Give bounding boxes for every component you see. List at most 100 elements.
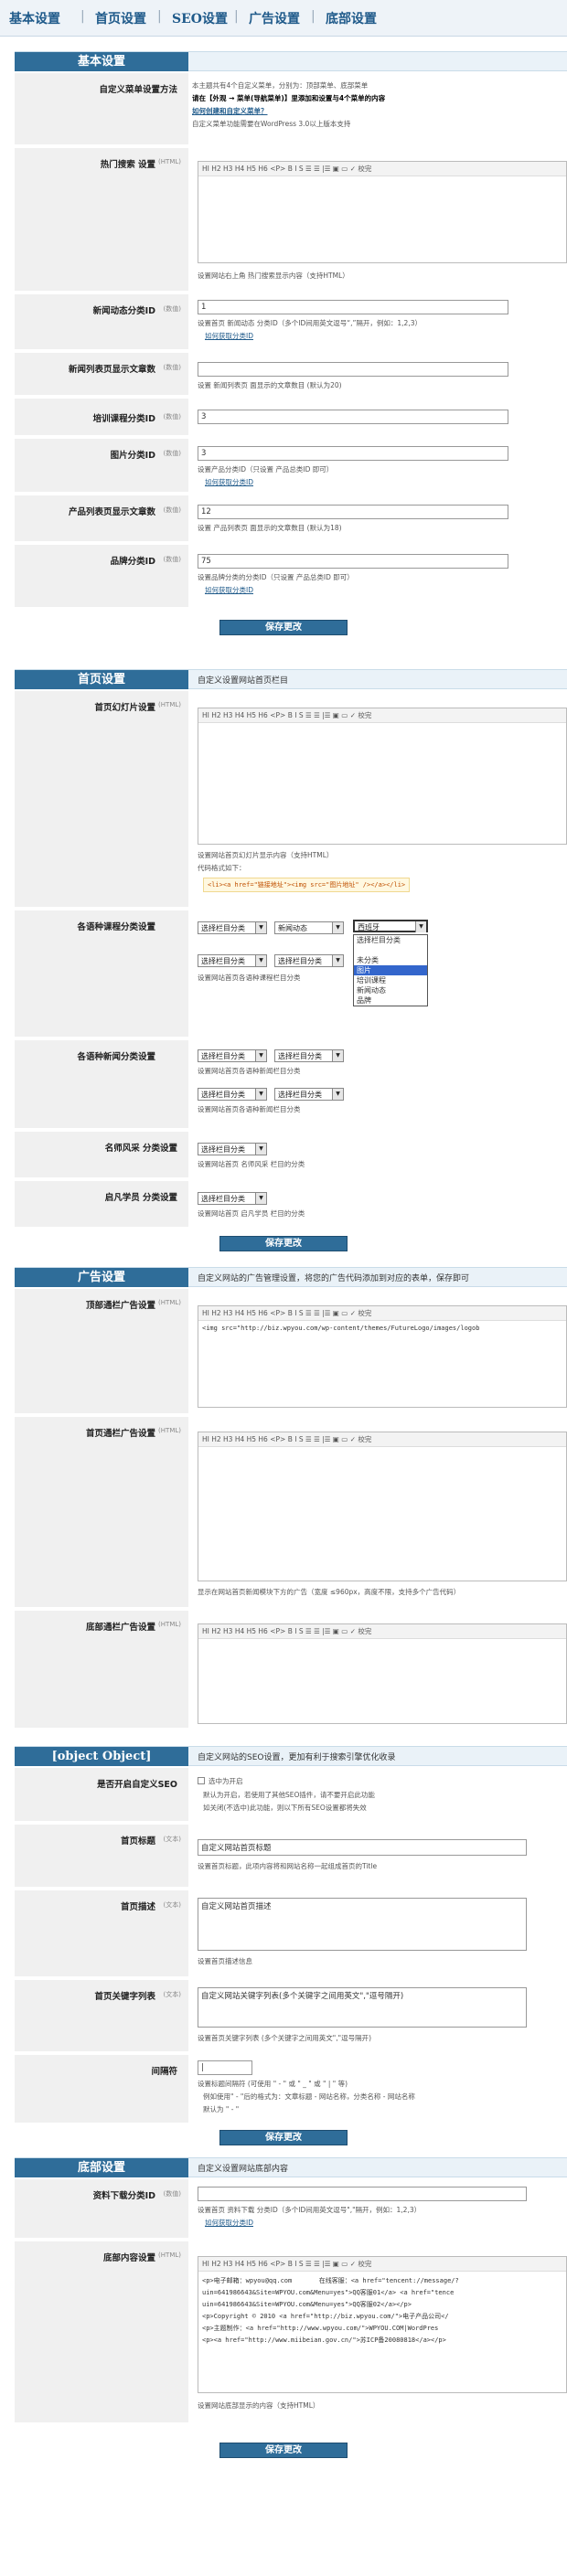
get-id-link[interactable]: 如何获取分类ID bbox=[205, 477, 253, 487]
category-select[interactable]: 选择栏目分类 ▼ bbox=[198, 921, 267, 934]
dropdown-option[interactable]: 培训课程 bbox=[354, 975, 427, 985]
nav-sep: | bbox=[80, 9, 85, 24]
help-text: 设置首页 新闻动态 分类ID（多个ID间用英文逗号“,”隔开，例如：1,2,3） bbox=[198, 319, 422, 327]
row-news-id: 新闻动态分类ID (数值) 1 设置首页 新闻动态 分类ID（多个ID间用英文逗号… bbox=[15, 294, 567, 351]
editor-toolbar[interactable]: HI H2 H3 H4 H5 H6 <P> B I S ☰ ☰ |☰ ▣ ▭ ✓… bbox=[198, 162, 566, 176]
row-ad-top: 顶部通栏广告设置 (HTML) HI H2 H3 H4 H5 H6 <P> B I… bbox=[15, 1289, 567, 1415]
field-label: 资料下载分类ID bbox=[92, 2191, 155, 2201]
footer-editor[interactable]: HI H2 H3 H4 H5 H6 <P> B I S ☰ ☰ |☰ ▣ ▭ ✓… bbox=[198, 2256, 567, 2393]
field-type: (HTML) bbox=[158, 701, 181, 708]
nav-basic[interactable]: 基本设置 bbox=[9, 9, 60, 27]
category-dropdown[interactable]: 选择栏目分类 未分类 图片 培训课程 新闻动态 品牌 bbox=[353, 934, 428, 1006]
field-label: 首页标题 bbox=[120, 1836, 155, 1847]
news-count-input[interactable] bbox=[198, 362, 508, 377]
slide-editor[interactable]: HI H2 H3 H4 H5 H6 <P> B I S ☰ ☰ |☰ ▣ ▭ ✓… bbox=[198, 708, 567, 845]
checkbox-label: 选中为开启 bbox=[209, 1777, 243, 1785]
menu-howto-link[interactable]: 如何创建和自定义菜单？ bbox=[192, 106, 268, 116]
footer-code[interactable]: <p>电子邮箱：wpyou@qq.com 在线客服：<a href="tence… bbox=[198, 2272, 566, 2350]
ad-top-code[interactable]: <img src="http://biz.wpyou.com/wp-conten… bbox=[198, 1321, 566, 1336]
row-download-id: 资料下载分类ID (数值) 设置首页 资料下载 分类ID（多个ID间用英文逗号",… bbox=[15, 2179, 567, 2240]
editor-toolbar[interactable]: HI H2 H3 H4 H5 H6 <P> B I S ☰ ☰ |☰ ▣ ▭ ✓… bbox=[198, 708, 566, 723]
field-type: (数值) bbox=[163, 556, 181, 563]
row-ad-bottom: 底部通栏广告设置 (HTML) HI H2 H3 H4 H5 H6 <P> B I… bbox=[15, 1611, 567, 1730]
save-button[interactable]: 保存更改 bbox=[219, 1236, 348, 1251]
field-type: (HTML) bbox=[158, 1427, 181, 1434]
editor-toolbar[interactable]: HI H2 H3 H4 H5 H6 <P> B I S ☰ ☰ |☰ ▣ ▭ ✓… bbox=[198, 1624, 566, 1639]
dropdown-option[interactable]: 未分类 bbox=[354, 955, 427, 965]
dropdown-option[interactable]: 品牌 bbox=[354, 995, 427, 1006]
section-home-header: 首页设置 自定义设置网站首页栏目 bbox=[15, 669, 567, 689]
save-button[interactable]: 保存更改 bbox=[219, 2130, 348, 2145]
help-text: 设置 产品列表页 面显示的文章数目 (默认为18) bbox=[198, 524, 342, 532]
seo-desc-textarea[interactable]: 自定义网站首页描述 bbox=[198, 1898, 527, 1951]
category-select[interactable]: 选择栏目分类 ▼ bbox=[274, 1088, 344, 1101]
dropdown-option[interactable]: 新闻动态 bbox=[354, 985, 427, 995]
prod-count-input[interactable]: 12 bbox=[198, 505, 508, 519]
field-label: 图片分类ID bbox=[110, 451, 155, 461]
row-hot-search: 热门搜索 设置 (HTML) HI H2 H3 H4 H5 H6 <P> B I … bbox=[15, 148, 567, 293]
category-select[interactable]: 选择栏目分类 ▼ bbox=[274, 954, 344, 967]
section-footer-header: 底部设置 自定义设置网站底部内容 bbox=[15, 2157, 567, 2177]
seo-enable-checkbox[interactable] bbox=[198, 1777, 205, 1784]
hot-search-editor[interactable]: HI H2 H3 H4 H5 H6 <P> B I S ☰ ☰ |☰ ▣ ▭ ✓… bbox=[198, 161, 567, 263]
nav-seo[interactable]: SEO设置 bbox=[172, 9, 228, 27]
editor-toolbar[interactable]: HI H2 H3 H4 H5 H6 <P> B I S ☰ ☰ |☰ ▣ ▭ ✓… bbox=[198, 1432, 566, 1447]
category-select[interactable]: 选择栏目分类 ▼ bbox=[198, 1143, 267, 1155]
editor-toolbar[interactable]: HI H2 H3 H4 H5 H6 <P> B I S ☰ ☰ |☰ ▣ ▭ ✓… bbox=[198, 1306, 566, 1321]
help-text: 设置 新闻列表页 面显示的文章数目 (默认为20) bbox=[198, 381, 342, 389]
save-button[interactable]: 保存更改 bbox=[219, 620, 348, 635]
nav-footer[interactable]: 底部设置 bbox=[326, 9, 377, 27]
field-type: (数值) bbox=[163, 413, 181, 420]
help-text: 设置网站底部显示的内容（支持HTML） bbox=[198, 2401, 320, 2410]
dropdown-option[interactable] bbox=[354, 945, 427, 955]
row-teacher: 名师风采 分类设置 选择栏目分类 ▼ 设置网站首页 名师风采 栏目的分类 bbox=[15, 1132, 567, 1179]
category-select[interactable]: 新闻动态 ▼ bbox=[274, 921, 344, 934]
news-id-input[interactable]: 1 bbox=[198, 300, 508, 314]
seo-title-input[interactable]: 自定义网站首页标题 bbox=[198, 1839, 527, 1856]
field-type: (HTML) bbox=[158, 158, 181, 165]
section-title: 基本设置 bbox=[15, 52, 188, 71]
ad-top-editor[interactable]: HI H2 H3 H4 H5 H6 <P> B I S ☰ ☰ |☰ ▣ ▭ ✓… bbox=[198, 1305, 567, 1408]
nav-sep: | bbox=[157, 9, 162, 24]
nav-ads[interactable]: 广告设置 bbox=[249, 9, 300, 27]
ad-home-editor[interactable]: HI H2 H3 H4 H5 H6 <P> B I S ☰ ☰ |☰ ▣ ▭ ✓… bbox=[198, 1432, 567, 1581]
ad-bottom-editor[interactable]: HI H2 H3 H4 H5 H6 <P> B I S ☰ ☰ |☰ ▣ ▭ ✓… bbox=[198, 1623, 567, 1724]
help-text: 设置品牌分类的分类ID（只设置 产品总类ID 即可） bbox=[198, 573, 354, 581]
separator-input[interactable]: | bbox=[198, 2060, 252, 2075]
help-text: 设置首页关键字列表 (多个关键字之间用英文","逗号隔开) bbox=[198, 2034, 372, 2042]
field-type: (文本) bbox=[163, 1901, 181, 1909]
section-desc: 自定义网站的SEO设置，更加有利于搜索引擎优化收录 bbox=[198, 1753, 396, 1762]
field-label: 首页描述 bbox=[120, 1902, 155, 1912]
field-type: (数值) bbox=[163, 305, 181, 313]
category-select[interactable]: 选择栏目分类 ▼ bbox=[198, 1049, 267, 1062]
pic-id-input[interactable]: 3 bbox=[198, 446, 508, 461]
field-label: 首页关键字列表 bbox=[94, 1992, 155, 2002]
editor-toolbar[interactable]: HI H2 H3 H4 H5 H6 <P> B I S ☰ ☰ |☰ ▣ ▭ ✓… bbox=[198, 2257, 566, 2272]
nav-home[interactable]: 首页设置 bbox=[95, 9, 146, 27]
section-title: 底部设置 bbox=[15, 2158, 188, 2177]
row-brand-id: 品牌分类ID (数值) 75 设置品牌分类的分类ID（只设置 产品总类ID 即可）… bbox=[15, 545, 567, 609]
field-label: 首页通栏广告设置 bbox=[85, 1429, 155, 1439]
seo-keywords-textarea[interactable]: 自定义网站关键字列表(多个关键字之间用英文","逗号隔开) bbox=[198, 1987, 527, 2028]
brand-id-input[interactable]: 75 bbox=[198, 554, 508, 569]
dropdown-option-highlighted[interactable]: 图片 bbox=[354, 965, 427, 975]
get-id-link[interactable]: 如何获取分类ID bbox=[205, 331, 253, 341]
field-label: 各语种新闻分类设置 bbox=[77, 1052, 155, 1062]
section-basic-header: 基本设置 bbox=[15, 51, 567, 71]
download-id-input[interactable] bbox=[198, 2187, 527, 2201]
help-text: 设置首页描述信息 bbox=[198, 1957, 252, 1965]
get-id-link[interactable]: 如何获取分类ID bbox=[205, 2218, 253, 2228]
category-select[interactable]: 选择栏目分类 ▼ bbox=[198, 1192, 267, 1205]
field-label: 自定义菜单设置方法 bbox=[99, 85, 177, 95]
get-id-link[interactable]: 如何获取分类ID bbox=[205, 585, 253, 595]
row-footer-content: 底部内容设置 (HTML) HI H2 H3 H4 H5 H6 <P> B I S… bbox=[15, 2241, 567, 2424]
category-select-open[interactable]: 西班牙 ▼ bbox=[353, 920, 428, 932]
case-id-input[interactable]: 3 bbox=[198, 410, 508, 424]
save-button[interactable]: 保存更改 bbox=[219, 2443, 348, 2458]
field-label: 热门搜索 设置 bbox=[100, 160, 155, 170]
field-label: 启凡学员 分类设置 bbox=[104, 1193, 177, 1203]
category-select[interactable]: 选择栏目分类 ▼ bbox=[274, 1049, 344, 1062]
dropdown-option[interactable]: 选择栏目分类 bbox=[354, 935, 427, 945]
category-select[interactable]: 选择栏目分类 ▼ bbox=[198, 1088, 267, 1101]
category-select[interactable]: 选择栏目分类 ▼ bbox=[198, 954, 267, 967]
